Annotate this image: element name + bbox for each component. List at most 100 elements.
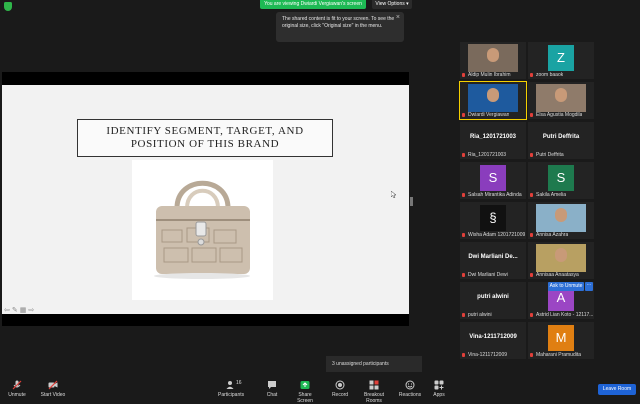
microphone-muted-icon: [530, 313, 533, 317]
chat-icon: [268, 381, 276, 389]
chevron-down-icon: ▾: [406, 1, 409, 7]
microphone-muted-icon: [12, 380, 22, 390]
participant-tile[interactable]: putri alwini putri alwini: [460, 282, 526, 319]
apps-icon: [434, 380, 444, 390]
participant-name: Aldip Mulin Ibrahim: [468, 72, 511, 78]
video-thumbnail: [536, 244, 586, 272]
participant-name: Dwiardi Vergiawan: [468, 112, 510, 118]
microphone-muted-icon: [530, 113, 533, 117]
participant-name: Vina-1211712009: [468, 352, 508, 358]
microphone-muted-icon: [530, 193, 533, 197]
slides-grid-icon[interactable]: ▦: [20, 306, 27, 314]
pen-icon[interactable]: ✎: [12, 306, 18, 314]
participant-tile[interactable]: Zzoom baaok: [528, 42, 594, 79]
avatar: Z: [548, 45, 574, 71]
participant-display-name: Ria_1201721003: [469, 134, 517, 140]
participant-tile[interactable]: S Salsah Mirantika Adinda: [460, 162, 526, 199]
participant-name: Dwi Marliani Dewi: [468, 272, 508, 278]
participant-tile[interactable]: Elsa Agustia Mogdila: [528, 82, 594, 119]
participant-name: putri alwini: [468, 312, 492, 318]
unmute-button[interactable]: Unmute: [6, 380, 28, 398]
participant-name: Putri Deffrita: [536, 152, 564, 158]
reactions-button[interactable]: Reactions: [398, 380, 422, 398]
microphone-muted-icon: [462, 113, 465, 117]
unmute-label: Unmute: [8, 392, 26, 398]
person-silhouette-icon: [555, 248, 567, 262]
breakout-rooms-button[interactable]: Breakout Rooms: [356, 380, 392, 404]
microphone-muted-icon: [462, 313, 465, 317]
meeting-toolbar: Unmute Start Video 16 Participants Chat …: [0, 378, 640, 404]
handbag-icon: [154, 180, 250, 279]
leave-room-button[interactable]: Leave Room: [598, 384, 636, 395]
participant-tile[interactable]: Aldip Mulin Ibrahim: [460, 42, 526, 79]
arrow-right-icon[interactable]: ⇨: [28, 306, 34, 314]
avatar: S: [548, 165, 574, 191]
breakout-rooms-icon: [369, 380, 379, 390]
video-thumbnail: [468, 44, 518, 72]
top-bar: You are viewing Dwiardi Vergiawan's scre…: [0, 0, 640, 11]
participant-tile[interactable]: § Wisha Adam 1201721009: [460, 202, 526, 239]
share-screen-label: Share Screen: [297, 392, 313, 404]
slide-title-line-1: IDENTIFY SEGMENT, TARGET, AND: [106, 125, 304, 137]
participant-name: Elsa Agustia Mogdila: [536, 112, 583, 118]
apps-label: Apps: [433, 392, 445, 398]
close-icon[interactable]: ×: [396, 14, 400, 21]
viewing-screen-banner: You are viewing Dwiardi Vergiawan's scre…: [260, 0, 366, 9]
start-video-button[interactable]: Start Video: [40, 380, 66, 398]
microphone-muted-icon: [530, 353, 533, 357]
participant-display-name: Vina-1211712009: [469, 334, 517, 340]
start-video-label: Start Video: [40, 392, 66, 398]
participant-tile[interactable]: Annisaa Anaatasya: [528, 242, 594, 279]
split-handle[interactable]: [410, 197, 413, 206]
handbag-image: [132, 160, 273, 300]
ask-to-unmute-button[interactable]: Ask to Unmute: [548, 282, 584, 291]
participant-name: Annisaa Anaatasya: [536, 272, 579, 278]
participant-name: Annisa Azahra: [536, 232, 569, 238]
shield-icon[interactable]: [4, 2, 12, 11]
view-options-button[interactable]: View Options ▾: [372, 0, 412, 9]
participants-count: 16: [236, 380, 242, 386]
video-thumbnail: [536, 204, 586, 232]
chat-label: Chat: [266, 392, 278, 398]
share-screen-icon: [300, 381, 310, 389]
record-icon: [335, 380, 345, 390]
more-options-icon[interactable]: ···: [585, 282, 593, 291]
participant-name: Maharani Pramudita: [536, 352, 582, 358]
slide-controls: ⇦ ✎ ▦ ⇨: [4, 306, 44, 314]
breakout-rooms-label: Breakout Rooms: [363, 392, 384, 404]
microphone-muted-icon: [530, 233, 533, 237]
participant-tile[interactable]: Putri Deffrita Putri Deffrita: [528, 122, 594, 159]
participant-tile[interactable]: Dwiardi Vergiawan: [459, 81, 527, 120]
microphone-muted-icon: [530, 153, 533, 157]
arrow-left-icon[interactable]: ⇦: [4, 306, 10, 314]
video-off-icon: [48, 380, 58, 390]
microphone-muted-icon: [462, 73, 465, 77]
avatar: §: [480, 205, 506, 231]
microphone-muted-icon: [462, 233, 465, 237]
view-options-label: View Options: [375, 1, 405, 7]
share-screen-button[interactable]: Share Screen: [291, 380, 319, 404]
person-silhouette-icon: [555, 88, 567, 102]
person-silhouette-icon: [487, 88, 499, 102]
chat-button[interactable]: Chat: [262, 380, 282, 398]
unassigned-participants[interactable]: 3 unassigned participants: [326, 356, 422, 372]
participant-name: Wisha Adam 1201721009: [468, 232, 526, 238]
fit-screen-tooltip: The shared content is fit to your screen…: [276, 12, 404, 42]
participant-tile[interactable]: Ria_1201721003 Ria_1201721003: [460, 122, 526, 159]
video-thumbnail: [468, 84, 518, 112]
microphone-muted-icon: [462, 273, 465, 277]
apps-button[interactable]: Apps: [430, 380, 448, 398]
participant-display-name: Dwi Marliani De...: [468, 254, 518, 260]
participant-tile[interactable]: Vina-1211712009 Vina-1211712009: [460, 322, 526, 359]
microphone-muted-icon: [530, 73, 533, 77]
participant-tile[interactable]: S Sakila Amelia: [528, 162, 594, 199]
mouse-cursor-icon: [391, 191, 396, 198]
participant-tile[interactable]: Dwi Marliani De... Dwi Marliani Dewi: [460, 242, 526, 279]
participant-tile[interactable]: M Maharani Pramudita: [528, 322, 594, 359]
participants-button[interactable]: 16 Participants: [218, 380, 244, 398]
participant-tile[interactable]: Annisa Azahra: [528, 202, 594, 239]
record-button[interactable]: Record: [330, 380, 350, 398]
video-thumbnail: [536, 84, 586, 112]
participant-display-name: Putri Deffrita: [542, 134, 580, 140]
tooltip-text: The shared content is fit to your screen…: [282, 16, 395, 29]
